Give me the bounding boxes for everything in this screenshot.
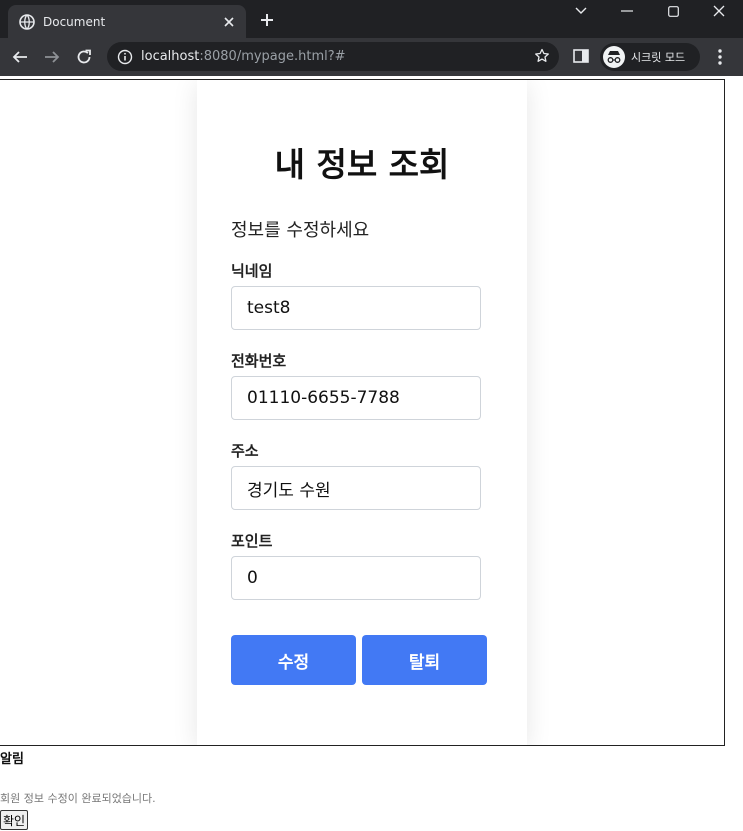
- address-input[interactable]: [231, 466, 481, 510]
- forward-arrow-icon[interactable]: [42, 47, 62, 67]
- close-window-icon[interactable]: [704, 0, 734, 22]
- tab-search-chevron-icon[interactable]: [566, 0, 596, 22]
- back-arrow-icon[interactable]: [10, 47, 30, 67]
- page-title: 내 정보 조회: [274, 145, 450, 184]
- alert-confirm-button[interactable]: 확인: [0, 810, 29, 830]
- new-tab-icon[interactable]: [258, 11, 276, 29]
- alert-title: 알림: [0, 752, 24, 767]
- browser-toolbar: localhost:8080/mypage.html?# 시크릿 모드: [0, 38, 743, 76]
- browser-tab-bar: Document: [0, 0, 743, 38]
- alert-message: 회원 정보 수정이 완료되었습니다.: [0, 792, 156, 805]
- more-menu-icon[interactable]: [712, 48, 728, 66]
- minimize-icon[interactable]: [612, 0, 642, 22]
- edit-button[interactable]: 수정: [231, 635, 356, 685]
- address-label: 주소: [231, 442, 259, 460]
- browser-tab[interactable]: Document: [8, 5, 246, 38]
- page-subtitle: 정보를 수정하세요: [231, 220, 370, 241]
- points-input[interactable]: [231, 556, 481, 600]
- incognito-label: 시크릿 모드: [631, 51, 686, 64]
- phone-input[interactable]: [231, 376, 481, 420]
- page-viewport: 내 정보 조회 정보를 수정하세요 닉네임 전화번호 주소 포인트 수정 탈퇴: [0, 79, 725, 746]
- nickname-input[interactable]: [231, 286, 481, 330]
- points-label: 포인트: [231, 532, 273, 550]
- side-panel-icon[interactable]: [573, 48, 589, 64]
- url-host: localhost: [141, 49, 200, 64]
- tab-title: Document: [43, 14, 106, 29]
- mypage-card: 내 정보 조회 정보를 수정하세요 닉네임 전화번호 주소 포인트 수정 탈퇴: [197, 80, 527, 745]
- phone-label: 전화번호: [231, 352, 287, 370]
- reload-icon[interactable]: [74, 47, 94, 67]
- close-tab-icon[interactable]: [221, 14, 237, 30]
- nickname-label: 닉네임: [231, 262, 273, 280]
- bookmark-star-icon[interactable]: [534, 48, 550, 64]
- globe-icon: [19, 13, 35, 30]
- incognito-icon: [603, 46, 625, 68]
- maximize-icon[interactable]: [658, 0, 688, 22]
- address-bar[interactable]: localhost:8080/mypage.html?#: [107, 42, 559, 71]
- url-path: :8080/mypage.html?#: [199, 49, 346, 64]
- incognito-badge[interactable]: 시크릿 모드: [600, 43, 700, 71]
- site-info-icon[interactable]: [117, 49, 133, 65]
- withdraw-button[interactable]: 탈퇴: [362, 635, 487, 685]
